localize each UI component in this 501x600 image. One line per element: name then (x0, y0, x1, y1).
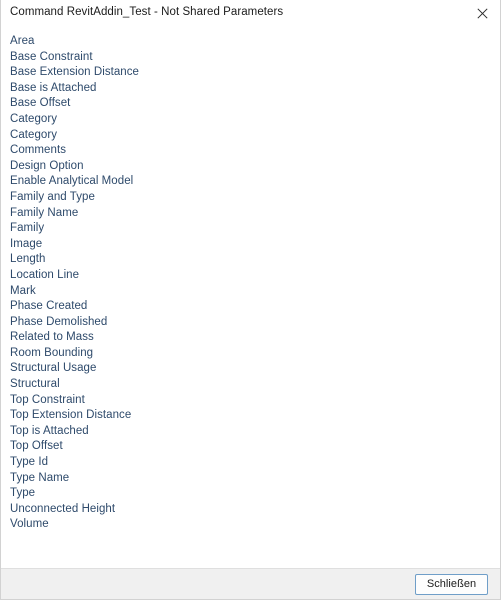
list-item[interactable]: Top Offset (1, 439, 500, 455)
list-item[interactable]: Top is Attached (1, 424, 500, 440)
list-item[interactable]: Area (1, 34, 500, 50)
list-item[interactable]: Length (1, 252, 500, 268)
list-item[interactable]: Type (1, 486, 500, 502)
list-item[interactable]: Base Extension Distance (1, 65, 500, 81)
list-item[interactable]: Structural (1, 377, 500, 393)
list-item[interactable]: Design Option (1, 159, 500, 175)
page-title: Command RevitAddin_Test - Not Shared Par… (10, 6, 284, 19)
dialog-window: Command RevitAddin_Test - Not Shared Par… (0, 0, 501, 600)
list-item[interactable]: Unconnected Height (1, 502, 500, 518)
title-bar: Command RevitAddin_Test - Not Shared Par… (1, 0, 500, 26)
list-item[interactable]: Family and Type (1, 190, 500, 206)
list-item[interactable]: Top Constraint (1, 393, 500, 409)
list-item[interactable]: Family Name (1, 206, 500, 222)
list-item[interactable]: Structural Usage (1, 361, 500, 377)
parameter-list: Area Base Constraint Base Extension Distan… (1, 34, 500, 533)
list-item[interactable]: Image (1, 237, 500, 253)
list-item[interactable]: Family (1, 221, 500, 237)
list-item[interactable]: Base Constraint (1, 50, 500, 66)
list-item[interactable]: Type Id (1, 455, 500, 471)
list-item[interactable]: Phase Created (1, 299, 500, 315)
list-item[interactable]: Type Name (1, 471, 500, 487)
list-item[interactable]: Location Line (1, 268, 500, 284)
close-dialog-button[interactable]: Schließen (415, 573, 488, 595)
close-button[interactable] (466, 1, 499, 25)
list-item[interactable]: Category (1, 112, 500, 128)
parameter-list-container: Area Base Constraint Base Extension Distan… (1, 26, 500, 568)
list-item[interactable]: Mark (1, 284, 500, 300)
list-item[interactable]: Volume (1, 517, 500, 533)
list-item[interactable]: Phase Demolished (1, 315, 500, 331)
list-item[interactable]: Comments (1, 143, 500, 159)
close-icon (477, 7, 488, 19)
list-item[interactable]: Top Extension Distance (1, 408, 500, 424)
dialog-footer: Schließen (1, 568, 500, 599)
list-item[interactable]: Related to Mass (1, 330, 500, 346)
list-item[interactable]: Category (1, 128, 500, 144)
list-item[interactable]: Room Bounding (1, 346, 500, 362)
list-item[interactable]: Base Offset (1, 96, 500, 112)
list-item[interactable]: Base is Attached (1, 81, 500, 97)
list-item[interactable]: Enable Analytical Model (1, 174, 500, 190)
